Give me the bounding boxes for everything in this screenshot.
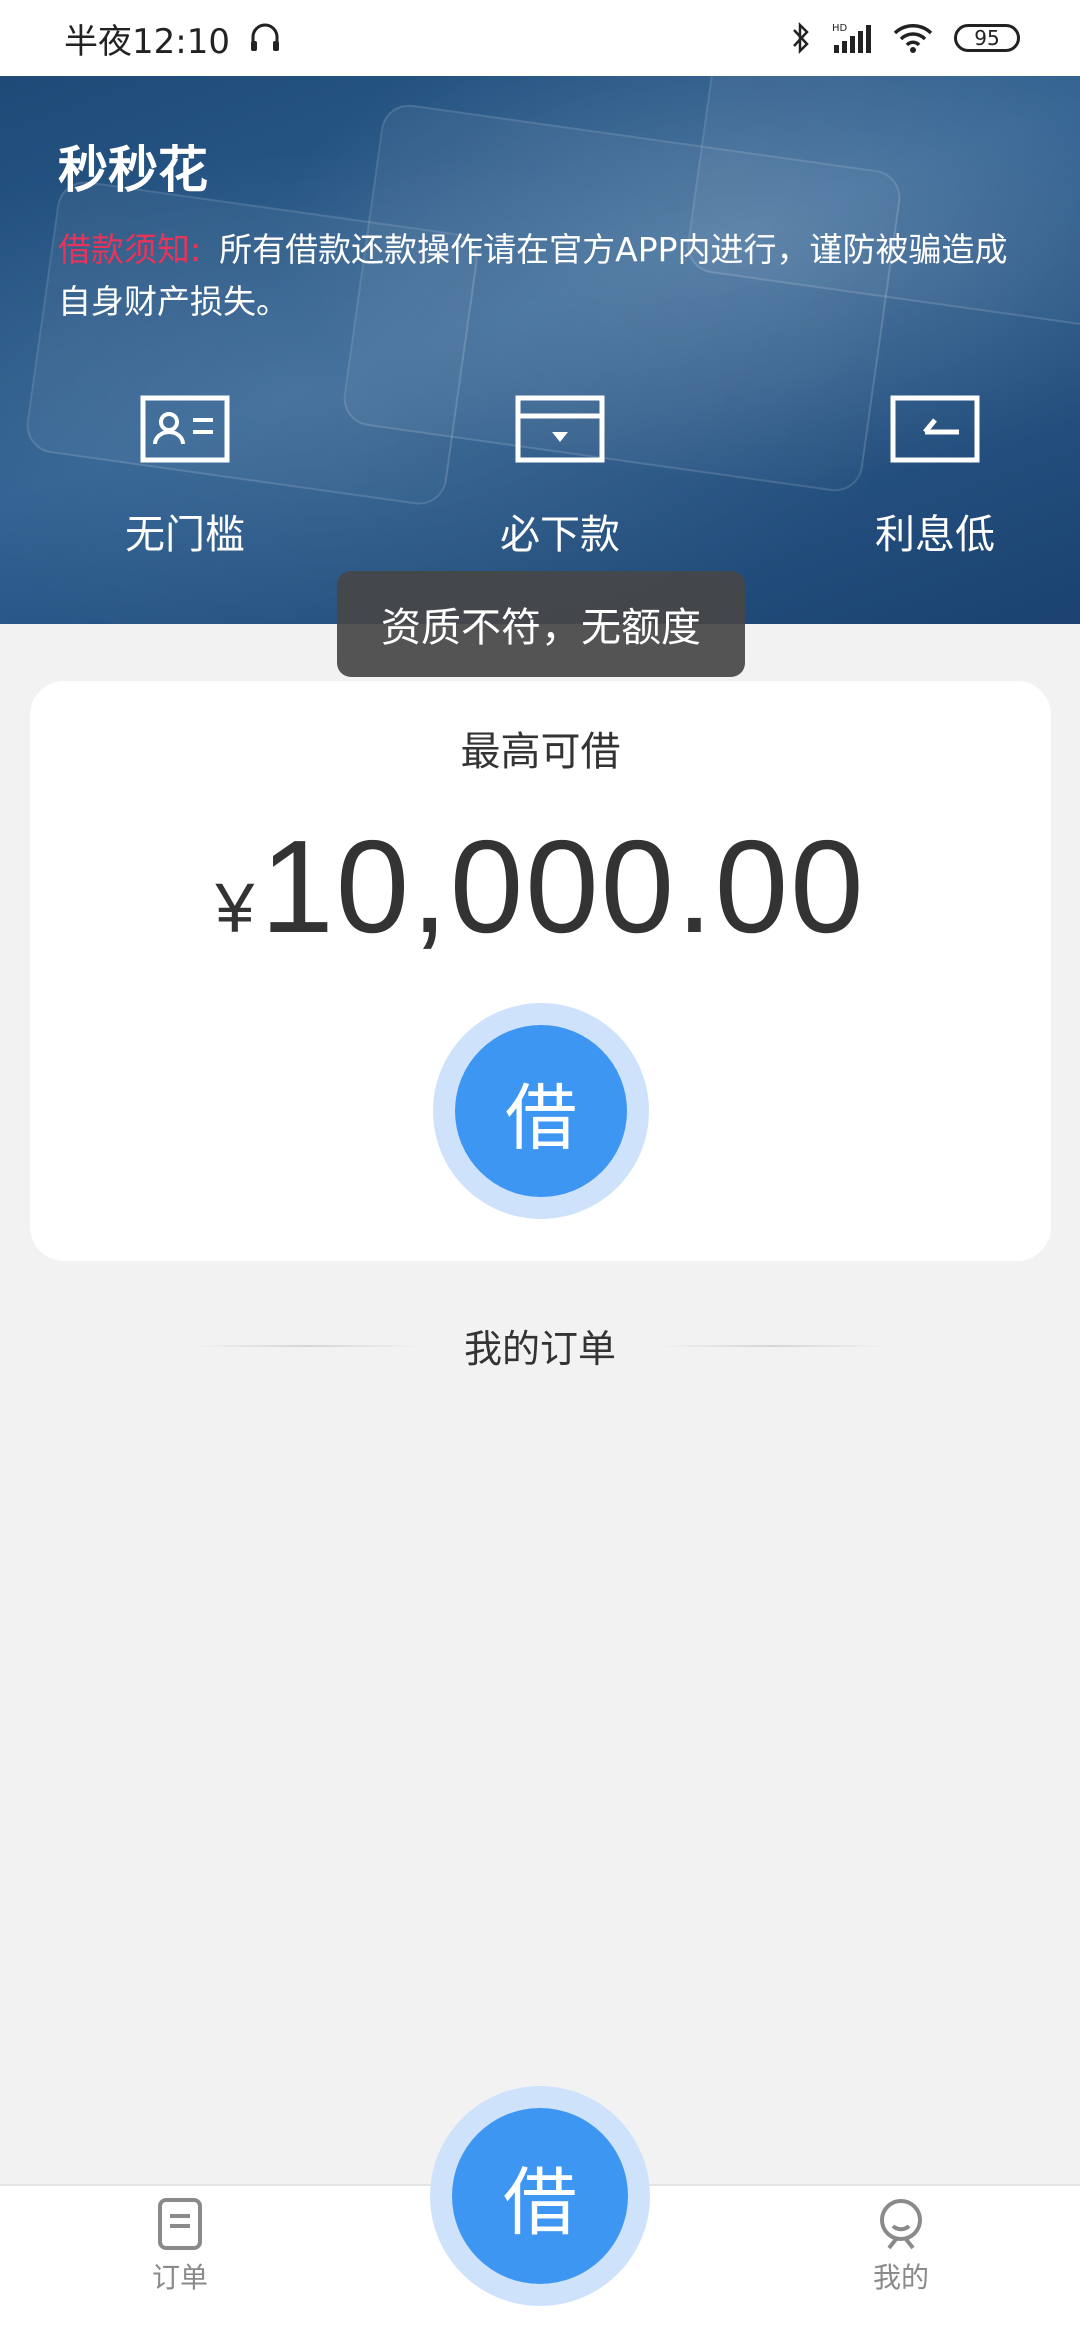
amount-value: 10,000.00 [260,813,866,960]
nav-label-orders: 订单 [151,2261,208,2294]
svg-text:HD: HD [832,23,848,34]
status-time: 半夜12:10 [64,21,230,62]
divider [658,1344,888,1347]
battery-icon: 95 [954,24,1020,52]
hd-signal-icon: HD [832,23,871,53]
borrow-button-label: 借 [455,1025,627,1197]
profile-icon [880,2199,922,2250]
bluetooth-icon [793,21,809,55]
app-title: 秒秒花 [58,141,208,199]
feature-label: 必下款 [500,512,620,558]
feature-list: 无门槛 必下款 利息低 [0,394,1080,560]
nav-item-orders[interactable]: 订单 [100,2196,260,2296]
center-borrow-label: 借 [452,2108,628,2284]
feature-label: 无门槛 [125,512,245,558]
nav-item-mine[interactable]: 我的 [821,2196,981,2296]
feature-low-interest: 利息低 [860,394,1010,560]
orders-title: 我的订单 [463,1327,616,1371]
divider [191,1344,422,1347]
wallet-icon [515,395,605,463]
max-borrow-title: 最高可借 [460,729,621,775]
status-left: 半夜12:10 [64,14,282,63]
feature-label: 利息低 [875,512,995,558]
notice: 借款须知: 所有借款还款操作请在官方APP内进行，谨防被骗造成自身财产损失。 [58,224,1028,328]
headset-icon [250,23,279,51]
return-card-icon [890,395,980,463]
currency-symbol: ¥ [215,869,255,947]
toast-message: 资质不符，无额度 [337,571,745,677]
wifi-icon [893,24,933,53]
feature-no-threshold: 无门槛 [110,394,260,560]
max-amount: ¥10,000.00 [30,811,1051,962]
id-card-icon [140,395,230,463]
feature-guaranteed: 必下款 [485,394,635,560]
status-bar: 半夜12:10 HD 95 [0,0,1080,76]
loan-card: 最高可借 ¥10,000.00 借 [30,681,1051,1261]
borrow-button[interactable]: 借 [433,1003,649,1219]
document-icon [158,2198,202,2250]
orders-heading: 我的订单 [0,1318,1080,1373]
header-banner: 秒秒花 借款须知: 所有借款还款操作请在官方APP内进行，谨防被骗造成自身财产损失… [0,76,1080,624]
center-borrow-button[interactable]: 借 [430,2086,650,2306]
battery-level: 95 [974,26,1000,50]
status-right: HD 95 [790,21,1020,55]
nav-label-mine: 我的 [872,2261,929,2294]
notice-label: 借款须知: [58,230,202,269]
